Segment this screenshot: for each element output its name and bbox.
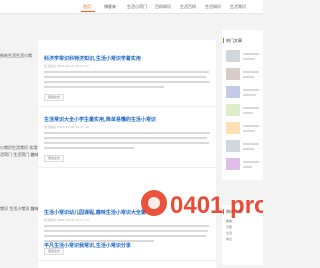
logo-mark-inner bbox=[148, 197, 160, 209]
sidebar-item-text[interactable] bbox=[243, 166, 252, 168]
sidebar-item-text[interactable] bbox=[243, 112, 253, 114]
article-excerpt-line bbox=[44, 81, 210, 83]
article-meta: 生活常识 2023-02-05 12:17 18 bbox=[44, 125, 89, 129]
sidebar-item-text[interactable] bbox=[243, 143, 259, 145]
article-meta: 生活常识 2023-02-05 12:17 27 bbox=[44, 64, 89, 68]
sidebar: 热门文章 bbox=[222, 30, 263, 180]
thumbnail-image[interactable] bbox=[226, 140, 240, 152]
article-excerpt-line bbox=[44, 76, 206, 78]
read-more-button[interactable]: 阅读全文 bbox=[44, 155, 64, 162]
thumbnail-image[interactable] bbox=[226, 104, 240, 116]
article-excerpt-line bbox=[44, 137, 207, 139]
left-fragment[interactable]: 活窍门 生活窍门 趣味 bbox=[0, 152, 39, 157]
nav-item-life-wiki[interactable]: 生活百科 bbox=[180, 4, 196, 9]
thumbnail-image[interactable] bbox=[226, 86, 240, 98]
article-meta: 生活常识 2023-02-05 12:17 13 bbox=[44, 218, 89, 222]
watermark-text: 0401 product bbox=[170, 192, 263, 219]
article-excerpt-line bbox=[44, 142, 209, 144]
left-fragment[interactable]: 祝吃生活生活小常 bbox=[0, 53, 32, 58]
sidebar-title-hot: 热门文章 bbox=[223, 38, 242, 43]
article-title[interactable]: 生活常识大全小学生最实用,简单易懂的生活小常识 bbox=[44, 117, 156, 123]
sidebar-item-text[interactable] bbox=[243, 130, 255, 132]
article-title[interactable]: 科济学常识科特济知识,生活小常识学着实用 bbox=[44, 56, 141, 62]
sidebar-item-text[interactable] bbox=[243, 71, 259, 73]
divider bbox=[38, 106, 216, 107]
thumbnail-image[interactable] bbox=[226, 50, 240, 62]
sidebar-item-text[interactable] bbox=[243, 107, 259, 109]
sidebar-item-text[interactable] bbox=[243, 161, 259, 163]
nav-active-indicator bbox=[81, 11, 95, 12]
sidebar-item-text[interactable] bbox=[243, 148, 254, 150]
nav-item-home[interactable]: 首页 bbox=[83, 4, 91, 9]
thumbnail-image[interactable] bbox=[226, 68, 240, 80]
sidebar-item-text[interactable] bbox=[243, 94, 256, 96]
article-excerpt-line bbox=[44, 147, 134, 149]
sidebar-item-text[interactable] bbox=[243, 58, 255, 60]
nav-item-encyclopedia[interactable]: 百科知识 bbox=[155, 4, 171, 9]
article-excerpt-line bbox=[44, 71, 209, 73]
thumbnail-image[interactable] bbox=[226, 122, 240, 134]
sidebar-item-text[interactable] bbox=[243, 89, 259, 91]
article-title[interactable]: 生活小常识幼儿园课程,趣味生活小常识大全集 bbox=[44, 210, 146, 216]
divider bbox=[38, 260, 216, 261]
sidebar-item-text[interactable] bbox=[243, 125, 259, 127]
sidebar-link[interactable]: 信息 bbox=[226, 237, 232, 241]
nav-item-blog[interactable]: 博客来 bbox=[104, 4, 116, 9]
left-fragment[interactable]: 小常识生活常识 实用生 bbox=[0, 145, 41, 150]
sidebar-item-text[interactable] bbox=[243, 76, 254, 78]
read-more-button[interactable]: 阅读全文 bbox=[44, 248, 64, 255]
nav-item-life-knowledge[interactable]: 生活知识 bbox=[205, 4, 221, 9]
top-nav: 首页 博客来 生活小窍门 百科知识 生活百科 生活知识 生活常识 bbox=[0, 0, 263, 14]
nav-item-life-common[interactable]: 生活常识 bbox=[230, 4, 246, 9]
nav-item-tips[interactable]: 生活小窍门 bbox=[127, 4, 147, 9]
left-fragment[interactable]: 常识 生活小常识 趣味 bbox=[0, 206, 39, 211]
read-more-button[interactable]: 阅读全文 bbox=[44, 94, 64, 101]
article-title[interactable]: 平凡生活小常识我常识,生活小常识分享 bbox=[44, 243, 131, 249]
watermark-logo: 0401 product bbox=[141, 190, 263, 219]
article-excerpt-line bbox=[44, 86, 164, 88]
divider bbox=[38, 167, 216, 168]
article-excerpt-line bbox=[44, 240, 154, 242]
thumbnail-image[interactable] bbox=[226, 158, 240, 170]
sidebar-item-text[interactable] bbox=[243, 53, 259, 55]
article-excerpt-line bbox=[44, 132, 210, 134]
